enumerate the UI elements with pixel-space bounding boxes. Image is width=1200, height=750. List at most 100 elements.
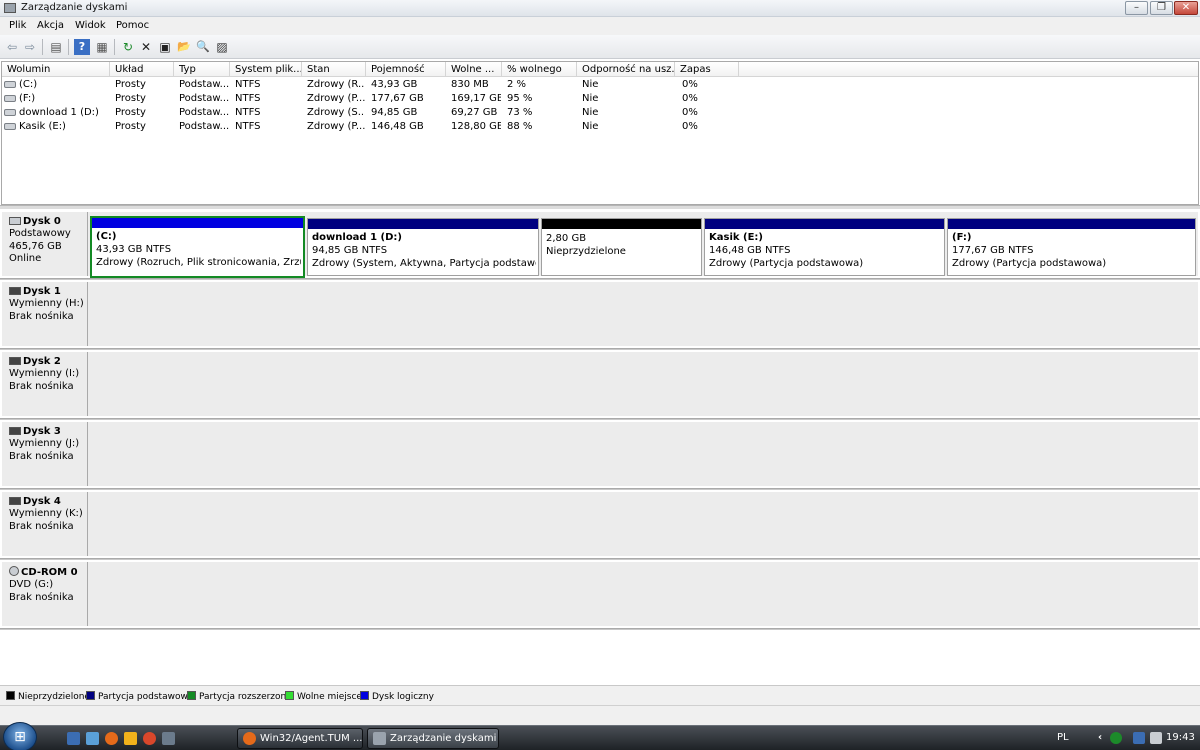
table-row[interactable]: (F:) Prosty Podstaw... NTFS Zdrowy (P...…: [2, 92, 1198, 106]
status-bar: [0, 705, 1200, 725]
disk-management-icon: [373, 732, 386, 745]
help-icon[interactable]: ?: [74, 39, 90, 55]
disk-info-cdrom[interactable]: CD-ROM 0 DVD (G:) Brak nośnika: [2, 562, 88, 626]
column-header-system-plikow[interactable]: System plik...: [230, 62, 302, 77]
partition-text: download 1 (D:) 94,85 GB NTFS Zdrowy (Sy…: [312, 232, 536, 270]
close-button[interactable]: ✕: [1174, 1, 1198, 15]
menu-bar: Plik Akcja Widok Pomoc: [0, 17, 1200, 35]
cell-stan: Zdrowy (R...: [307, 79, 365, 90]
table-row[interactable]: download 1 (D:) Prosty Podstaw... NTFS Z…: [2, 106, 1198, 120]
media-player-icon[interactable]: [124, 732, 137, 745]
column-header-uklad[interactable]: Układ: [110, 62, 174, 77]
legend-label: Partycja rozszerzona: [199, 692, 292, 702]
firefox-icon[interactable]: [105, 732, 118, 745]
disk-info-0[interactable]: Dysk 0 Podstawowy 465,76 GB Online: [2, 212, 88, 276]
column-header-wolumin[interactable]: Wolumin: [2, 62, 110, 77]
partition-f[interactable]: (F:) 177,67 GB NTFS Zdrowy (Partycja pod…: [947, 218, 1196, 276]
disk-management-icon: [4, 3, 16, 13]
quick-launch-icon[interactable]: [162, 732, 175, 745]
network-icon[interactable]: [1133, 732, 1145, 744]
minimize-button[interactable]: –: [1125, 1, 1148, 15]
disk-name: Dysk 2: [9, 356, 87, 368]
volume-icon[interactable]: [1150, 732, 1162, 744]
open-folder-icon[interactable]: 📂: [176, 39, 192, 55]
search-icon[interactable]: 🔍: [195, 39, 211, 55]
disk-info-3[interactable]: Dysk 3 Wymienny (J:) Brak nośnika: [2, 422, 88, 486]
disk-divider: [0, 628, 1200, 630]
disk-row-1: Dysk 1 Wymienny (H:) Brak nośnika: [0, 280, 1200, 348]
disk-info-4[interactable]: Dysk 4 Wymienny (K:) Brak nośnika: [2, 492, 88, 556]
column-header-typ[interactable]: Typ: [174, 62, 230, 77]
switch-windows-icon[interactable]: [86, 732, 99, 745]
title-bar: Zarządzanie dyskami – ❐ ✕: [0, 0, 1200, 17]
properties-icon[interactable]: ▣: [157, 39, 173, 55]
restore-button[interactable]: ❐: [1150, 1, 1173, 15]
toolbar-separator: [114, 39, 115, 55]
view-icon[interactable]: ▦: [94, 39, 110, 55]
cell-wolumin: download 1 (D:): [4, 106, 108, 120]
partition-size: 177,67 GB NTFS: [952, 245, 1034, 256]
task-win32-agent[interactable]: Win32/Agent.TUM ...: [237, 728, 363, 749]
menu-pomoc[interactable]: Pomoc: [116, 20, 149, 31]
language-indicator[interactable]: PL: [1057, 732, 1069, 743]
partition-size: 2,80 GB: [546, 233, 587, 244]
disk-row-0: Dysk 0 Podstawowy 465,76 GB Online (C:) …: [0, 210, 1200, 278]
partition-status: Zdrowy (Rozruch, Plik stronicowania, Zrz…: [96, 257, 301, 268]
cell-wolne: 169,17 GB: [451, 93, 501, 104]
disk-type: Wymienny (H:): [9, 298, 84, 309]
show-desktop-icon[interactable]: [67, 732, 80, 745]
disk-info-1[interactable]: Dysk 1 Wymienny (H:) Brak nośnika: [2, 282, 88, 346]
column-header-odpornosc[interactable]: Odporność na usz...: [577, 62, 675, 77]
partition-e[interactable]: Kasik (E:) 146,48 GB NTFS Zdrowy (Partyc…: [704, 218, 945, 276]
menu-widok[interactable]: Widok: [75, 20, 106, 31]
cell-typ: Podstaw...: [179, 93, 229, 104]
show-hidden-icons-icon[interactable]: ‹: [1098, 732, 1102, 743]
cell-procent: 2 %: [507, 79, 527, 90]
refresh-icon[interactable]: ↻: [120, 39, 136, 55]
partition-unallocated[interactable]: 2,80 GB Nieprzydzielone: [541, 218, 702, 276]
column-header-pojemnosc[interactable]: Pojemność: [366, 62, 446, 77]
disk-name-text: Dysk 2: [23, 356, 61, 367]
forward-icon[interactable]: ⇨: [22, 39, 38, 55]
column-header-procent-wolnego[interactable]: % wolnego: [502, 62, 577, 77]
table-row[interactable]: Kasik (E:) Prosty Podstaw... NTFS Zdrowy…: [2, 120, 1198, 134]
cell-zapas: 0%: [682, 121, 698, 132]
column-header-zapas[interactable]: Zapas: [675, 62, 739, 77]
volume-icon: [4, 81, 16, 88]
clock[interactable]: 19:43: [1166, 732, 1195, 743]
disk-name: Dysk 1: [9, 286, 87, 298]
chrome-icon[interactable]: [143, 732, 156, 745]
legend-item: Partycja podstawowa: [86, 691, 193, 702]
column-header-wolne[interactable]: Wolne ...: [446, 62, 502, 77]
cell-wolne: 830 MB: [451, 79, 489, 90]
partition-c[interactable]: (C:) 43,93 GB NTFS Zdrowy (Rozruch, Plik…: [90, 216, 305, 278]
show-hide-tree-icon[interactable]: ▤: [48, 39, 64, 55]
removable-disk-icon: [9, 427, 21, 435]
removable-disk-icon: [9, 497, 21, 505]
partition-d[interactable]: download 1 (D:) 94,85 GB NTFS Zdrowy (Sy…: [307, 218, 539, 276]
pane-splitter[interactable]: [0, 205, 1200, 209]
cell-wolne: 69,27 GB: [451, 107, 498, 118]
task-disk-management[interactable]: Zarządzanie dyskami: [367, 728, 499, 749]
cell-odpornosc: Nie: [582, 93, 599, 104]
disk-row-3: Dysk 3 Wymienny (J:) Brak nośnika: [0, 420, 1200, 488]
disk-row-2: Dysk 2 Wymienny (I:) Brak nośnika: [0, 350, 1200, 418]
menu-akcja[interactable]: Akcja: [37, 20, 64, 31]
cell-uklad: Prosty: [115, 121, 146, 132]
disk-info-2[interactable]: Dysk 2 Wymienny (I:) Brak nośnika: [2, 352, 88, 416]
hard-disk-icon: [9, 217, 21, 225]
legend: Nieprzydzielone Partycja podstawowa Part…: [0, 685, 1200, 705]
cell-uklad: Prosty: [115, 107, 146, 118]
table-row[interactable]: (C:) Prosty Podstaw... NTFS Zdrowy (R...…: [2, 78, 1198, 92]
start-button[interactable]: ⊞: [3, 722, 37, 750]
cell-procent: 95 %: [507, 93, 533, 104]
delete-icon[interactable]: ✕: [138, 39, 154, 55]
back-icon[interactable]: ⇦: [4, 39, 20, 55]
column-header-stan[interactable]: Stan: [302, 62, 366, 77]
disk-partitions-1: [88, 282, 1198, 346]
cell-procent: 73 %: [507, 107, 533, 118]
antivirus-icon[interactable]: [1110, 732, 1122, 744]
menu-plik[interactable]: Plik: [9, 20, 26, 31]
settings-icon[interactable]: ▨: [214, 39, 230, 55]
cell-system: NTFS: [235, 121, 261, 132]
